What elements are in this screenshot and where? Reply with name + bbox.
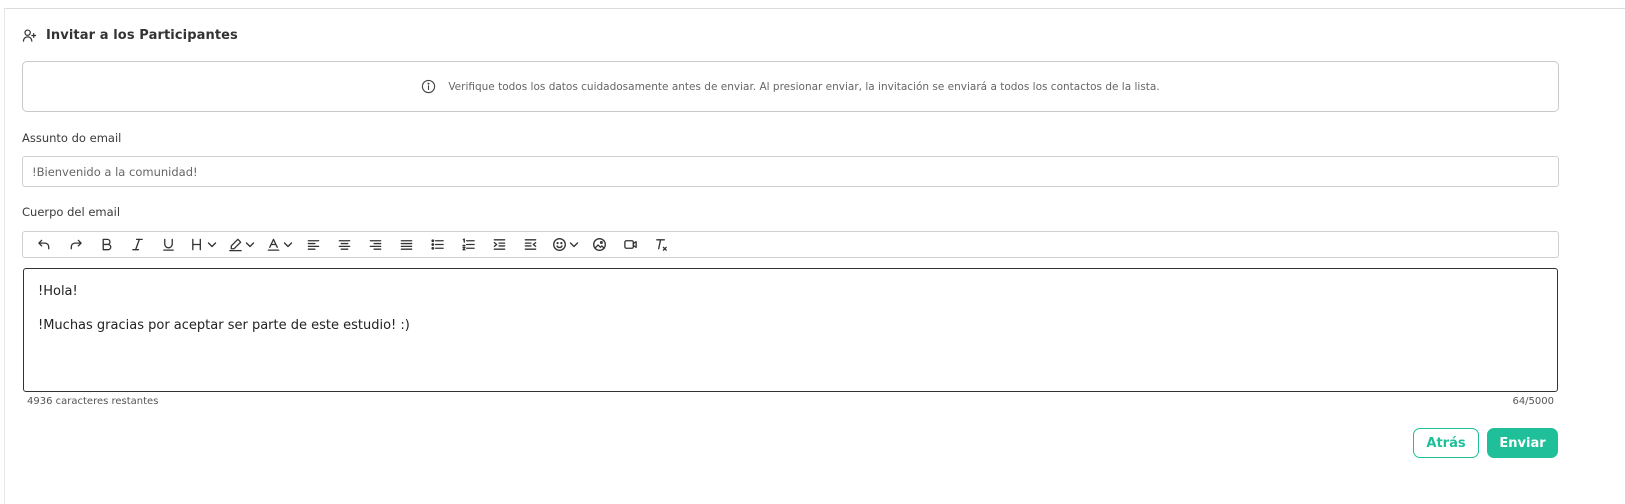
indent-button[interactable] <box>484 234 515 256</box>
image-icon <box>593 238 606 251</box>
insert-image-button[interactable] <box>584 234 615 256</box>
editor-toolbar <box>22 231 1559 258</box>
info-icon <box>422 79 436 94</box>
bullet-list-button[interactable] <box>422 234 453 256</box>
outdent-icon <box>524 239 537 250</box>
chevron-down-icon <box>245 241 254 247</box>
info-banner: Verifique todos los datos cuidadosamente… <box>22 61 1559 112</box>
numbered-list-button[interactable] <box>453 234 484 256</box>
body-label: Cuerpo del email <box>22 205 121 219</box>
subject-input[interactable] <box>22 156 1559 187</box>
outdent-button[interactable] <box>515 234 546 256</box>
bold-button[interactable] <box>91 234 122 256</box>
section-header: Invitar a los Participantes <box>22 26 238 44</box>
chevron-down-icon <box>283 241 292 247</box>
clear-format-icon <box>656 239 667 251</box>
align-right-button[interactable] <box>360 234 391 256</box>
email-body-editor[interactable]: !Hola! !Muchas gracias por aceptar ser p… <box>23 268 1558 392</box>
heading-dropdown[interactable] <box>184 234 222 256</box>
font-color-dropdown[interactable] <box>260 234 298 256</box>
redo-icon <box>70 239 82 250</box>
user-plus-icon <box>22 28 37 42</box>
align-left-button[interactable] <box>298 234 329 256</box>
highlight-dropdown[interactable] <box>222 234 260 256</box>
info-text: Verifique todos los datos cuidadosamente… <box>448 80 1160 93</box>
undo-button[interactable] <box>29 234 60 256</box>
align-left-icon <box>307 240 320 250</box>
char-count: 64/5000 <box>1512 396 1554 407</box>
emoji-dropdown[interactable] <box>546 234 584 256</box>
body-paragraph: !Hola! <box>38 284 78 299</box>
align-justify-icon <box>400 240 413 250</box>
bullet-list-icon <box>431 239 444 250</box>
body-paragraph: !Muchas gracias por aceptar ser parte de… <box>38 318 410 333</box>
send-button[interactable]: Enviar <box>1487 428 1558 458</box>
emoji-icon <box>552 238 566 251</box>
section-title: Invitar a los Participantes <box>46 27 238 43</box>
indent-icon <box>493 239 506 250</box>
back-button[interactable]: Atrás <box>1413 428 1479 458</box>
chevron-down-icon <box>207 241 216 247</box>
align-center-button[interactable] <box>329 234 360 256</box>
align-center-icon <box>338 240 351 250</box>
font-color-icon <box>267 238 279 251</box>
numbered-list-icon <box>462 238 475 251</box>
bold-icon <box>102 238 112 251</box>
chevron-down-icon <box>569 241 578 247</box>
underline-button[interactable] <box>153 234 184 256</box>
italic-icon <box>132 238 143 251</box>
undo-icon <box>38 239 50 250</box>
highlight-icon <box>228 238 242 252</box>
align-justify-button[interactable] <box>391 234 422 256</box>
chars-remaining: 4936 caracteres restantes <box>27 396 159 407</box>
heading-icon <box>191 238 201 251</box>
insert-video-button[interactable] <box>615 234 646 256</box>
clear-format-button[interactable] <box>646 234 677 256</box>
italic-button[interactable] <box>122 234 153 256</box>
video-icon <box>624 240 637 249</box>
align-right-icon <box>369 240 382 250</box>
underline-icon <box>163 238 174 251</box>
redo-button[interactable] <box>60 234 91 256</box>
subject-label: Assunto do email <box>22 131 122 145</box>
